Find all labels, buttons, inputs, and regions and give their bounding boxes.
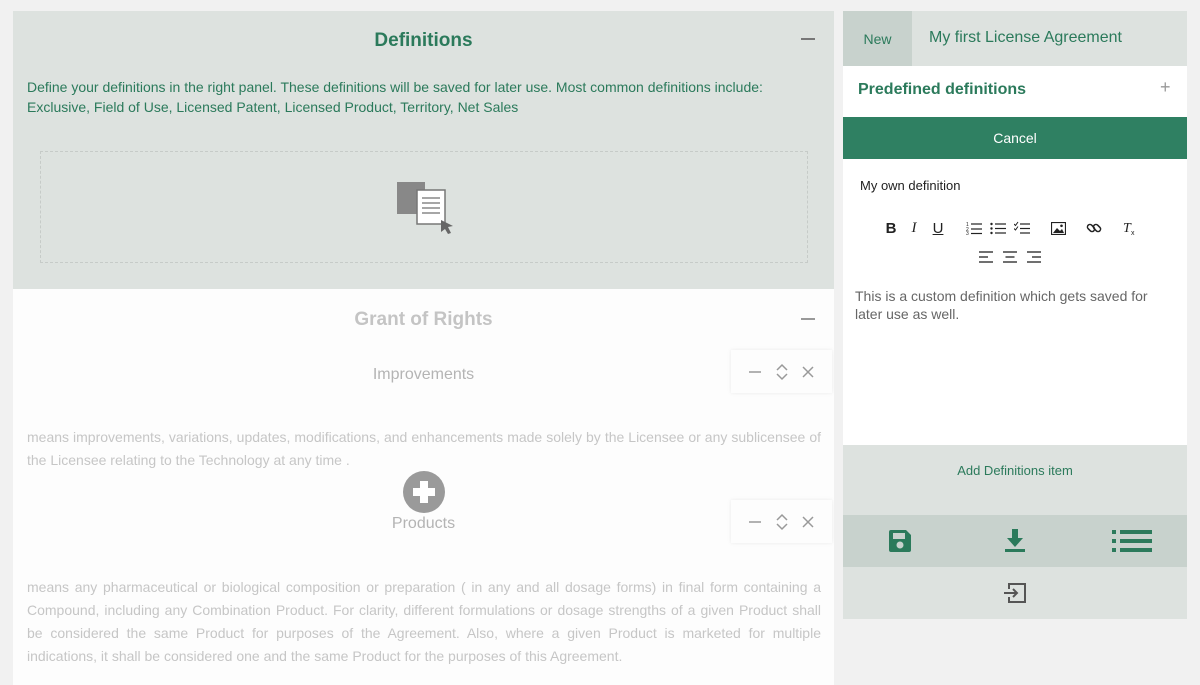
action-bar (843, 515, 1187, 567)
align-right-icon[interactable] (1026, 247, 1042, 267)
definitions-section: Definitions Define your definitions in t… (13, 11, 834, 289)
new-button[interactable]: New (843, 11, 912, 66)
grant-of-rights-title: Grant of Rights (354, 309, 493, 330)
align-center-icon[interactable] (1002, 247, 1018, 267)
clear-format-icon[interactable]: Tx (1121, 218, 1139, 238)
save-icon[interactable] (883, 515, 917, 567)
collapse-definitions-button[interactable] (801, 38, 815, 40)
link-icon[interactable] (1085, 218, 1103, 238)
definition-text-area[interactable]: This is a custom definition which gets s… (855, 287, 1175, 323)
reorder-icon[interactable] (770, 350, 794, 393)
checklist-icon[interactable] (1013, 218, 1031, 238)
predefined-definitions-header[interactable]: Predefined definitions + (843, 66, 1187, 117)
editor-header: New My first License Agreement (843, 11, 1187, 66)
definition-name-field[interactable]: My own definition (860, 178, 960, 193)
products-controls (731, 500, 832, 543)
bold-icon[interactable]: B (883, 218, 899, 238)
italic-icon[interactable]: I (906, 218, 922, 238)
predefined-definitions-label: Predefined definitions (858, 81, 1027, 98)
definitions-description: Define your definitions in the right pan… (27, 79, 763, 115)
underline-icon[interactable]: U (930, 218, 946, 238)
reorder-icon[interactable] (770, 500, 794, 543)
close-icon[interactable] (796, 350, 820, 393)
improvements-title: Improvements (372, 366, 475, 383)
svg-text:x: x (1131, 230, 1135, 236)
list-icon[interactable] (1108, 515, 1156, 567)
improvements-controls (731, 350, 832, 393)
close-icon[interactable] (796, 500, 820, 543)
exit-bar (843, 567, 1187, 619)
download-icon[interactable] (998, 515, 1032, 567)
document-panel: Definitions Define your definitions in t… (13, 11, 834, 685)
documents-drop-icon (397, 182, 453, 234)
svg-text:3: 3 (966, 231, 969, 235)
document-name[interactable]: My first License Agreement (929, 29, 1122, 47)
minimize-icon[interactable] (743, 350, 767, 393)
align-left-icon[interactable] (978, 247, 994, 267)
numbered-list-icon[interactable]: 123 (965, 218, 983, 238)
bullet-list-icon[interactable] (989, 218, 1007, 238)
collapse-grant-of-rights-button[interactable] (801, 318, 815, 320)
add-item-button[interactable] (403, 471, 445, 513)
products-title: Products (391, 515, 456, 532)
image-icon[interactable] (1049, 218, 1067, 238)
plus-icon (413, 481, 435, 503)
exit-icon[interactable] (1003, 582, 1027, 604)
cancel-button[interactable]: Cancel (843, 117, 1187, 159)
expand-icon[interactable]: + (1160, 77, 1171, 98)
definitions-title: Definitions (374, 30, 473, 51)
definition-editor: My own definition B I U 123 Tx This is a… (843, 159, 1187, 445)
definitions-editor-panel: New My first License Agreement Predefine… (843, 11, 1187, 619)
products-text: means any pharmaceutical or biological c… (27, 579, 821, 664)
definitions-dropzone[interactable] (40, 151, 808, 263)
add-definitions-item-button[interactable]: Add Definitions item (843, 445, 1187, 515)
add-definitions-item-label: Add Definitions item (957, 463, 1073, 478)
minimize-icon[interactable] (743, 500, 767, 543)
improvements-text: means improvements, variations, updates,… (27, 429, 821, 468)
